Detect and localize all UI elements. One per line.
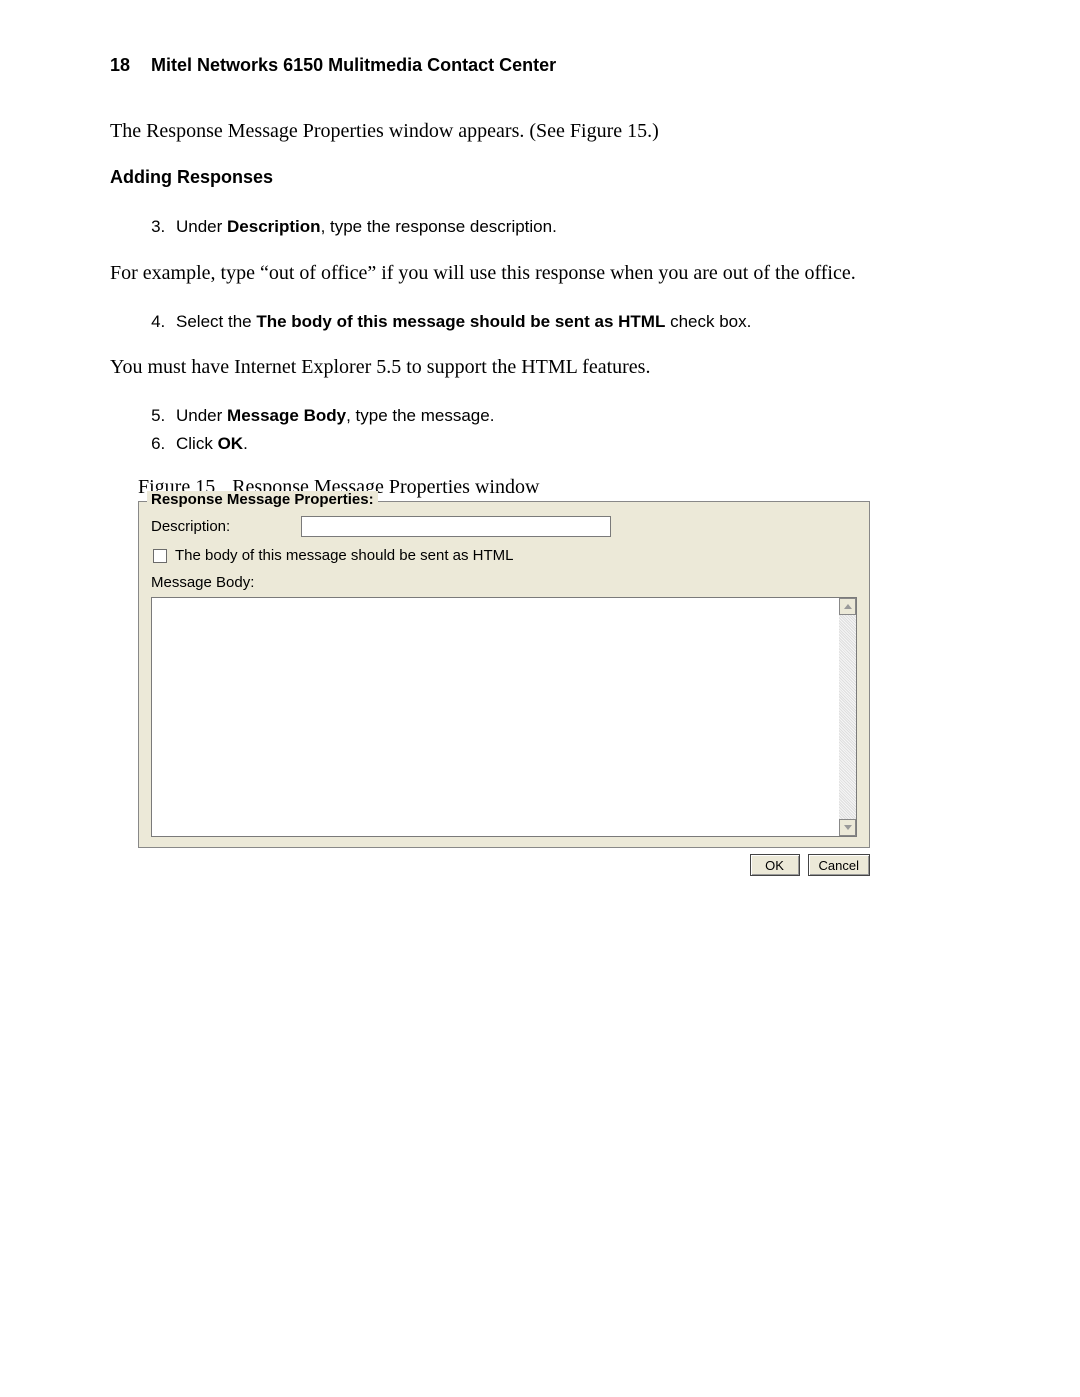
step-list-3: Under Description, type the response des… [110,214,970,240]
cancel-button[interactable]: Cancel [808,854,870,876]
step-3-suffix: , type the response description. [321,217,557,236]
scrollbar[interactable] [839,598,856,836]
step-5: Under Message Body, type the message. [170,403,970,429]
message-body-input[interactable] [152,598,839,836]
page-header: 18 Mitel Networks 6150 Mulitmedia Contac… [110,55,970,76]
step-4: Select the The body of this message shou… [170,309,970,335]
properties-panel: Response Message Properties: Description… [138,501,870,876]
message-body-label: Message Body: [151,574,857,591]
message-body-area [151,597,857,837]
html-checkbox-row[interactable]: The body of this message should be sent … [153,547,857,564]
page-number: 18 [110,55,130,76]
step-list-4: Select the The body of this message shou… [110,309,970,335]
dialog-buttons: OK Cancel [138,854,870,876]
intro-paragraph: The Response Message Properties window a… [110,118,970,145]
step-3-bold: Description [227,217,321,236]
scroll-up-button[interactable] [839,598,856,615]
step-5-prefix: Under [176,406,227,425]
step-3-prefix: Under [176,217,227,236]
step-6-bold: OK [218,434,244,453]
document-page: 18 Mitel Networks 6150 Mulitmedia Contac… [0,0,1080,1397]
subheading-adding-responses: Adding Responses [110,167,970,188]
ok-button[interactable]: OK [750,854,800,876]
group-title: Response Message Properties: [147,491,378,508]
step-4-suffix: check box. [665,312,751,331]
description-label: Description: [151,518,301,535]
step-4-prefix: Select the [176,312,256,331]
step-6-suffix: . [243,434,248,453]
html-checkbox[interactable] [153,549,167,563]
step-5-suffix: , type the message. [346,406,494,425]
html-checkbox-label: The body of this message should be sent … [175,547,514,564]
arrow-up-icon [844,604,852,609]
step-5-bold: Message Body [227,406,346,425]
step-list-5-6: Under Message Body, type the message. Cl… [110,403,970,456]
scroll-down-button[interactable] [839,819,856,836]
step-3: Under Description, type the response des… [170,214,970,240]
page-header-title: Mitel Networks 6150 Mulitmedia Contact C… [151,55,556,75]
arrow-down-icon [844,825,852,830]
response-message-properties-group: Response Message Properties: Description… [138,501,870,848]
step-6: Click OK. [170,431,970,457]
para-after-step-3: For example, type “out of office” if you… [110,260,970,287]
description-input[interactable] [301,516,611,537]
para-after-step-4: You must have Internet Explorer 5.5 to s… [110,354,970,381]
step-4-bold: The body of this message should be sent … [256,312,665,331]
step-6-prefix: Click [176,434,218,453]
description-row: Description: [151,516,857,537]
